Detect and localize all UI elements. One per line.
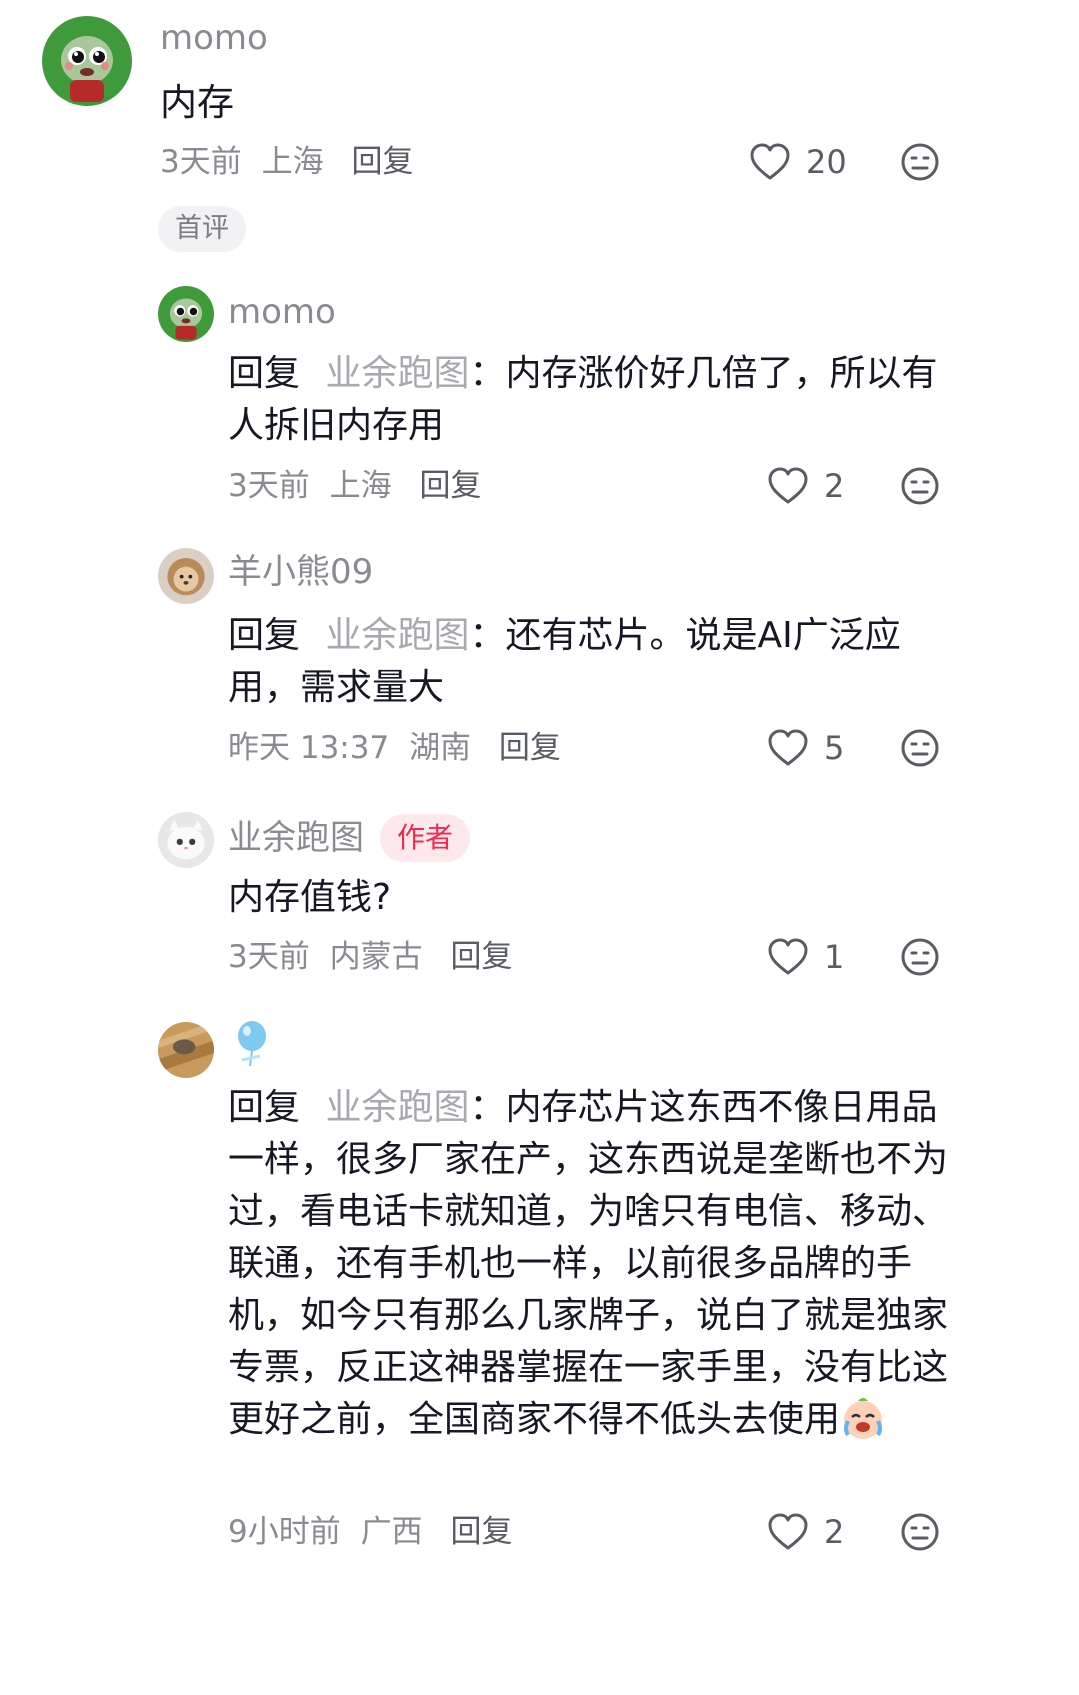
reply-button[interactable]: 回复 (419, 468, 481, 504)
comment-time: 昨天 13:37 (228, 730, 390, 766)
avatar[interactable] (158, 1022, 214, 1078)
dislike-button[interactable] (900, 728, 940, 772)
reply-button[interactable]: 回复 (351, 144, 413, 180)
like-count: 5 (824, 729, 845, 767)
dislike-button[interactable] (900, 466, 940, 510)
comment-text: 回复 业余跑图：内存芯片这东西不像日用品一样，很多厂家在产，这东西说是垄断也不为… (228, 1082, 953, 1456)
reply-prefix: 回复 (228, 353, 301, 394)
comment-location: 上海 (329, 468, 392, 504)
avatar[interactable] (158, 812, 214, 868)
heart-icon (768, 1513, 808, 1550)
username[interactable]: momo (228, 290, 336, 334)
heart-icon (768, 467, 808, 504)
like-button[interactable]: 2 (768, 1510, 844, 1554)
reply-separator: ： (469, 615, 506, 656)
reply-target-user[interactable]: 业余跑图 (325, 615, 469, 656)
neutral-face-icon (901, 1513, 939, 1551)
like-button[interactable]: 2 (768, 464, 844, 508)
like-count: 1 (824, 938, 845, 976)
heart-icon (750, 143, 790, 180)
author-name[interactable]: 业余跑图 (228, 816, 364, 860)
reply-target-user[interactable]: 业余跑图 (325, 1087, 469, 1128)
first-comment-tag: 首评 (158, 206, 246, 252)
neutral-face-icon (901, 729, 939, 767)
heart-icon (768, 938, 808, 975)
reply-button[interactable]: 回复 (450, 939, 512, 975)
reply-body: 内存芯片这东西不像日用品一样，很多厂家在产，这东西说是垄断也不为过，看电话卡就知… (228, 1087, 949, 1440)
heart-icon (768, 729, 808, 766)
avatar[interactable] (42, 16, 132, 106)
reply-prefix: 回复 (228, 615, 301, 656)
comment-time: 3天前 (160, 144, 242, 180)
comment-time: 3天前 (228, 939, 310, 975)
dislike-button[interactable] (900, 1512, 940, 1556)
comment-location: 内蒙古 (329, 939, 423, 975)
comment-text: 回复 业余跑图：内存涨价好几倍了，所以有人拆旧内存用 (228, 348, 953, 452)
comment-text: 内存值钱? (228, 877, 392, 918)
username[interactable] (232, 1020, 272, 1072)
reply-button[interactable]: 回复 (450, 1514, 512, 1550)
comment-meta: 3天前 上海 回复 (160, 142, 413, 182)
comment-text: 内存 (160, 81, 234, 124)
comment-text: 回复 业余跑图：还有芯片。说是AI广泛应用，需求量大 (228, 610, 953, 714)
reply-button[interactable]: 回复 (499, 730, 561, 766)
reply-separator: ： (469, 353, 506, 394)
like-count: 2 (824, 1513, 845, 1551)
comment-time: 3天前 (228, 468, 310, 504)
comment-location: 上海 (261, 144, 324, 180)
dislike-button[interactable] (900, 937, 940, 981)
reply-prefix: 回复 (228, 1087, 301, 1128)
neutral-face-icon (901, 143, 939, 181)
avatar[interactable] (158, 548, 214, 604)
like-count: 20 (806, 143, 847, 181)
username: 业余跑图 作者 (228, 814, 470, 862)
comment-meta: 昨天 13:37 湖南 回复 (228, 728, 561, 768)
username[interactable]: 羊小熊09 (228, 550, 373, 594)
comment-meta: 9小时前 广西 回复 (228, 1512, 512, 1552)
comment-meta: 3天前 内蒙古 回复 (228, 937, 512, 977)
reply-target-user[interactable]: 业余跑图 (325, 353, 469, 394)
comment-meta: 3天前 上海 回复 (228, 466, 481, 506)
comment-location: 广西 (360, 1514, 423, 1550)
like-button[interactable]: 5 (768, 726, 844, 770)
balloon-icon (238, 1021, 266, 1067)
dislike-button[interactable] (900, 142, 940, 186)
like-button[interactable]: 1 (768, 935, 844, 979)
comment-time: 9小时前 (228, 1514, 341, 1550)
crying-laughing-emoji-icon (840, 1395, 886, 1456)
username[interactable]: momo (160, 16, 268, 60)
like-button[interactable]: 20 (750, 140, 847, 184)
neutral-face-icon (901, 938, 939, 976)
reply-separator: ： (469, 1087, 506, 1128)
comment-location: 湖南 (409, 730, 472, 766)
avatar[interactable] (158, 286, 214, 342)
neutral-face-icon (901, 467, 939, 505)
author-badge: 作者 (380, 814, 470, 862)
like-count: 2 (824, 467, 845, 505)
